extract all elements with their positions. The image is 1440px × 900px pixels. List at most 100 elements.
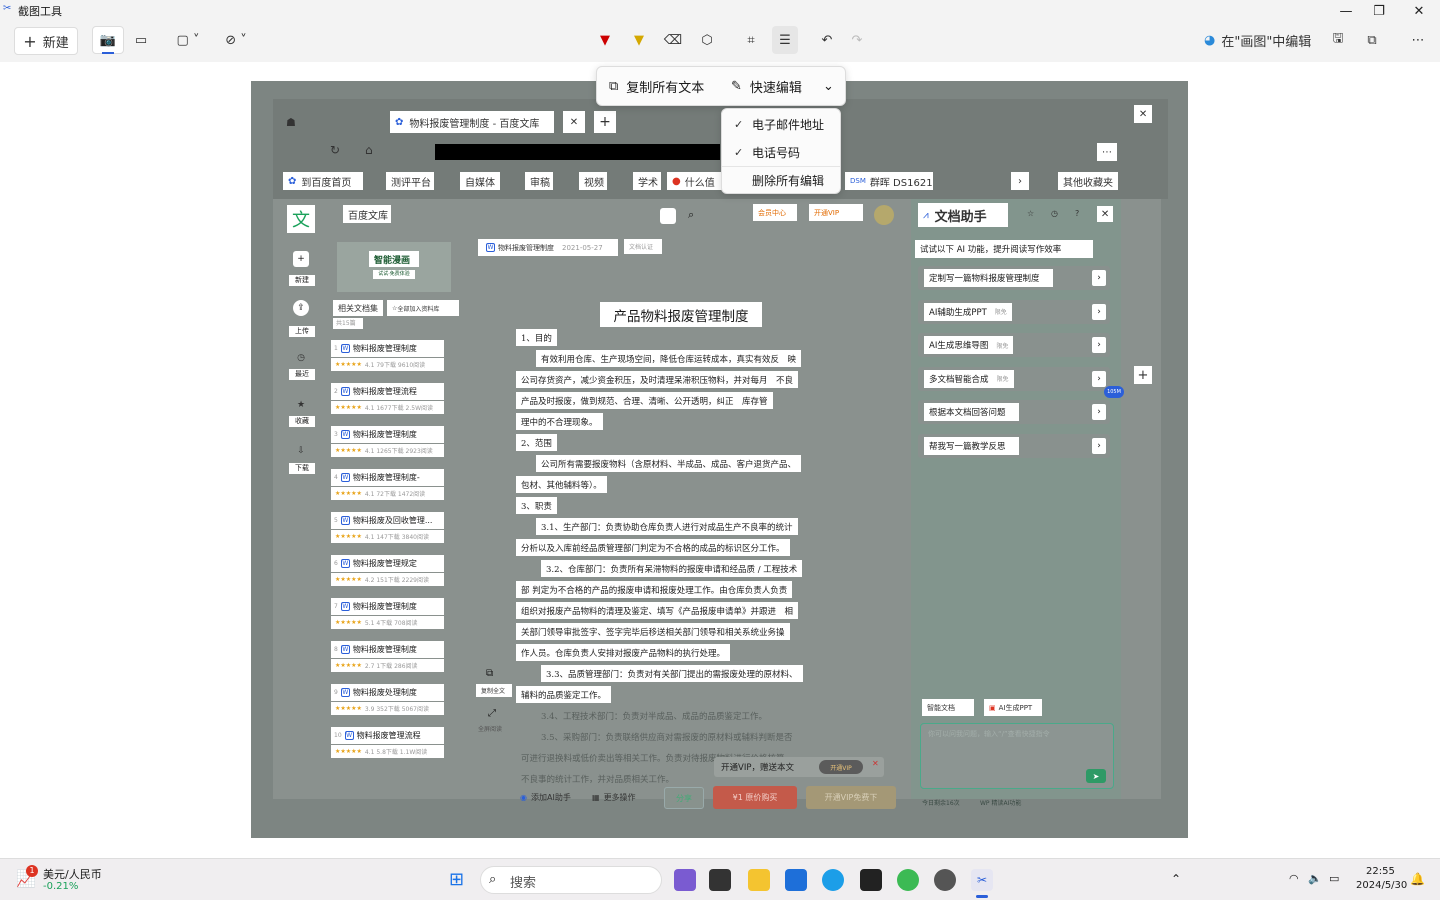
favorite-icon[interactable]: ★: [293, 397, 309, 413]
pen-button[interactable]: ▼: [592, 26, 618, 54]
history-icon[interactable]: ◷: [1051, 209, 1058, 218]
widget-title[interactable]: 美元/人民币: [43, 866, 102, 882]
screenshot-mode-button[interactable]: 📷: [92, 26, 124, 54]
related-doc[interactable]: 10 W 物料报废管理流程: [331, 727, 444, 744]
related-doc[interactable]: 4 W 物料报废管理制度-: [331, 469, 444, 486]
eraser-button[interactable]: ⌫: [660, 26, 686, 54]
search-box[interactable]: [660, 208, 676, 224]
bookmark-5[interactable]: 学术: [633, 172, 661, 190]
clock-date[interactable]: 2024/5/30: [1356, 880, 1407, 891]
smart-doc-chip[interactable]: 智能文档: [922, 699, 974, 716]
edge-icon[interactable]: [822, 869, 844, 891]
browser-menu-button[interactable]: ⋯: [1097, 143, 1117, 161]
copy-all-text-button[interactable]: ⧉ 复制所有文本: [597, 77, 719, 96]
copilot-icon[interactable]: [674, 869, 696, 891]
chevron-up-icon[interactable]: ⌃: [1171, 872, 1181, 886]
maximize-button[interactable]: ❐: [1359, 0, 1399, 22]
assistant-close-button[interactable]: ✕: [1097, 206, 1113, 222]
ai-ppt-chip[interactable]: ▣ AI生成PPT: [984, 699, 1042, 716]
shapes-button[interactable]: ⬡: [694, 26, 720, 54]
menu-item-email[interactable]: ✓ 电子邮件地址: [722, 110, 840, 138]
bookmark-8[interactable]: 其他收藏夹: [1058, 172, 1118, 190]
send-button[interactable]: ➤: [1086, 769, 1106, 783]
pin-icon[interactable]: ☆: [1027, 209, 1034, 218]
terminal-icon[interactable]: [709, 869, 731, 891]
bookmark-6[interactable]: ● 什么值: [667, 172, 723, 190]
new-tab-button[interactable]: +: [594, 111, 616, 133]
fullscreen-label[interactable]: 全屏阅读: [478, 724, 502, 733]
vip-toast-button[interactable]: 开通VIP: [819, 760, 863, 774]
browser-tab[interactable]: ✿ 物料报废管理制度 - 百度文库: [390, 111, 554, 133]
text-actions-button[interactable]: ☰: [772, 26, 798, 54]
edge-add-button[interactable]: +: [1134, 366, 1152, 384]
toast-close-icon[interactable]: ✕: [872, 759, 879, 768]
related-doc[interactable]: 6 W 物料报废管理规定: [331, 555, 444, 572]
search-icon[interactable]: ⌕: [688, 208, 694, 222]
clock-time[interactable]: 22:55: [1366, 866, 1395, 877]
delay-button[interactable]: ⊘ ˅: [218, 26, 254, 54]
related-doc[interactable]: 5 W 物料报废及回收管理...: [331, 512, 444, 529]
help-icon[interactable]: ?: [1075, 209, 1079, 218]
close-button[interactable]: ✕: [1399, 0, 1439, 22]
open-vip-button[interactable]: 开通VIP: [809, 204, 863, 221]
avatar[interactable]: [874, 205, 894, 225]
related-doc[interactable]: 2 W 物料报废管理流程: [331, 383, 444, 400]
download-icon[interactable]: ⇩: [293, 443, 309, 459]
quick-edit-button[interactable]: ✎ 快速编辑: [719, 77, 823, 96]
related-doc[interactable]: 8 W 物料报废管理制度: [331, 641, 444, 658]
menu-item-delete-edits[interactable]: 删除所有编辑: [722, 166, 840, 194]
app-icon[interactable]: [860, 869, 882, 891]
related-doc[interactable]: 9 W 物料报废处理制度: [331, 684, 444, 701]
snip-shape-button[interactable]: ▢ ˅: [170, 26, 206, 54]
new-button[interactable]: + 新建: [14, 27, 78, 55]
start-icon[interactable]: ⊞: [449, 870, 469, 890]
fullscreen-icon[interactable]: ⤢: [488, 708, 496, 719]
recent-icon[interactable]: ◷: [293, 350, 309, 366]
address-bar-redacted[interactable]: [435, 144, 720, 160]
highlighter-button[interactable]: ▼: [626, 26, 652, 54]
store-icon[interactable]: [785, 869, 807, 891]
add-all-button[interactable]: ☆ 全部加入资料库: [387, 300, 459, 316]
related-doc[interactable]: 3 W 物料报废管理制度: [331, 426, 444, 443]
tab-close-button[interactable]: ✕: [563, 111, 585, 133]
add-ai-button[interactable]: ◉ 添加AI助手: [520, 792, 571, 803]
chrome-icon[interactable]: [897, 869, 919, 891]
related-doc[interactable]: 7 W 物料报废管理制度: [331, 598, 444, 615]
more-button[interactable]: ⋯: [1404, 26, 1432, 54]
bookmark-7[interactable]: DSM群晖 DS1621+: [845, 172, 933, 190]
bookmarks-more-button[interactable]: ›: [1011, 172, 1029, 190]
file-explorer-icon[interactable]: [748, 869, 770, 891]
quick-edit-dropdown-button[interactable]: ⌄: [823, 79, 834, 94]
volume-icon[interactable]: 🔈: [1308, 872, 1322, 885]
video-mode-button[interactable]: ▭: [127, 26, 155, 54]
taskbar-search[interactable]: [480, 866, 662, 894]
redo-button[interactable]: ↷: [844, 26, 870, 54]
upload-icon[interactable]: ⇪: [293, 300, 309, 316]
smart-comic-banner[interactable]: [337, 242, 451, 292]
home-icon[interactable]: ⌂: [365, 143, 373, 157]
bell-icon[interactable]: 🔔: [1410, 872, 1425, 886]
buy-button[interactable]: ¥1 原价购买: [713, 786, 797, 809]
assistant-footer-right[interactable]: WP 精读AI功能: [980, 798, 1021, 807]
new-icon[interactable]: +: [293, 251, 309, 267]
undo-button[interactable]: ↶: [814, 26, 840, 54]
share-button[interactable]: 分享: [664, 787, 704, 809]
settings-icon[interactable]: [934, 869, 956, 891]
bookmark-1[interactable]: 测评平台: [386, 172, 434, 190]
edit-in-paint-button[interactable]: ◕ 在"画图"中编辑: [1204, 26, 1324, 54]
browser-close-button[interactable]: ✕: [1134, 105, 1152, 123]
bookmark-2[interactable]: 自媒体: [460, 172, 500, 190]
menu-item-phone[interactable]: ✓ 电话号码: [722, 138, 840, 166]
save-button[interactable]: 🖫: [1326, 26, 1350, 54]
copy-full-icon[interactable]: ⧉: [486, 668, 493, 679]
copy-full-label[interactable]: 复制全文: [476, 684, 512, 697]
vip-free-button[interactable]: 开通VIP免费下: [806, 786, 896, 809]
member-center-link[interactable]: 会员中心: [753, 204, 797, 221]
bookmark-4[interactable]: 视频: [579, 172, 607, 190]
battery-icon[interactable]: ▭: [1329, 872, 1339, 885]
crop-button[interactable]: ⌗: [738, 26, 764, 54]
bookmark-3[interactable]: 审稿: [525, 172, 553, 190]
bookmark-0[interactable]: ✿ 到百度首页: [283, 172, 363, 190]
more-actions-button[interactable]: ▦ 更多操作: [592, 792, 636, 803]
related-doc[interactable]: 1 W 物料报废管理制度: [331, 340, 444, 357]
